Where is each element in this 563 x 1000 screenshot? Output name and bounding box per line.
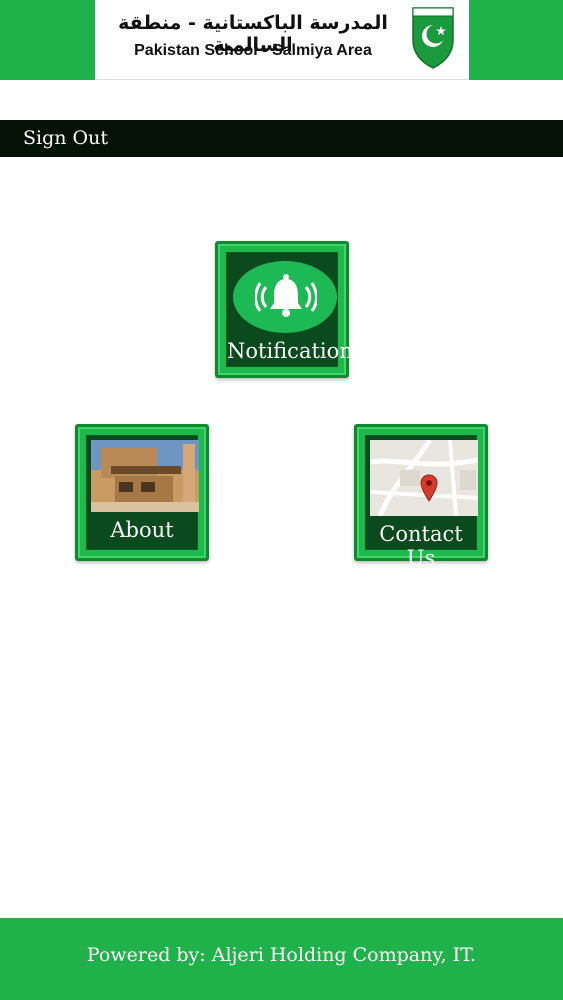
notifications-label: Notifications — [227, 339, 364, 363]
sign-out-button[interactable]: Sign Out — [23, 127, 108, 149]
notifications-tile-inner: Notifications — [226, 252, 364, 367]
footer: Powered by: Aljeri Holding Company, IT. — [0, 918, 563, 1000]
powered-by-text: Powered by: Aljeri Holding Company, IT. — [86, 944, 477, 966]
bell-icon — [255, 274, 317, 317]
about-tile[interactable]: About — [75, 424, 209, 561]
school-logo-banner: المدرسة الباكستانية - منطقة السالمية Pak… — [95, 0, 469, 80]
school-crest-icon — [412, 7, 454, 69]
contact-us-tile-inner: Contact Us — [365, 435, 478, 570]
about-label: About — [110, 518, 174, 542]
about-tile-inner: About — [86, 435, 199, 550]
school-name-english: Pakistan School - Salmiya Area — [134, 42, 372, 59]
notifications-tile[interactable]: Notifications — [215, 241, 364, 378]
school-building-photo — [91, 440, 199, 512]
contact-us-tile[interactable]: Contact Us — [354, 424, 488, 570]
contact-us-label: Contact Us — [379, 522, 463, 570]
top-action-bar: Sign Out — [0, 120, 563, 157]
map-pin-icon — [420, 474, 438, 502]
